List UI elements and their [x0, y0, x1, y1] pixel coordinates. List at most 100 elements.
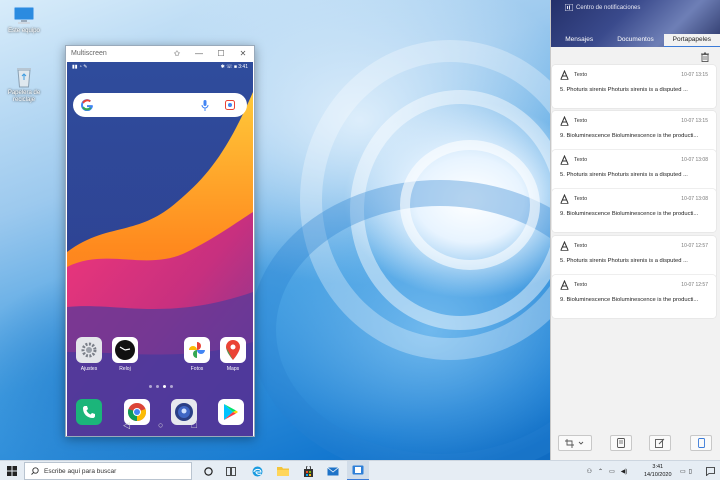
recycle-bin-icon: [11, 66, 37, 88]
clipboard-card[interactable]: Texto 10-07 13:15 5. Photuris sirenis Ph…: [552, 65, 716, 108]
mic-icon[interactable]: [201, 100, 209, 111]
clipboard-type: Texto: [574, 157, 588, 163]
multiscreen-taskbar-button[interactable]: [347, 461, 369, 480]
this-pc-icon: [11, 4, 37, 26]
recents-icon[interactable]: □: [191, 420, 196, 430]
maximize-button[interactable]: ☐: [210, 46, 232, 61]
clipboard-card[interactable]: Texto 10-07 13:08 5. Photuris sirenis Ph…: [552, 150, 716, 193]
edit-icon: [655, 438, 665, 448]
tray-extras: ▭ ▯: [672, 461, 700, 480]
text-type-icon: [560, 280, 569, 290]
app-label: Maps: [226, 366, 240, 372]
phone-statusbar: ▮▮ ◔ ✎ ✱ ☏ ■ 3:41: [67, 62, 253, 72]
page-indicator: [149, 385, 173, 388]
clipboard-text: 9. Bioluminescence Bioluminescence is th…: [560, 133, 699, 139]
taskbar-search-input[interactable]: Escribe aquí para buscar: [24, 462, 192, 480]
trash-icon[interactable]: [700, 52, 710, 62]
network-icon[interactable]: ▭: [609, 468, 615, 475]
search-icon: [31, 467, 39, 475]
home-icon[interactable]: ○: [158, 420, 163, 430]
taskbar-date: 14/10/2020: [644, 472, 672, 478]
clipboard-type: Texto: [574, 196, 588, 202]
clipboard-time: 10-07 13:08: [681, 196, 708, 202]
notification-title: Centro de notificaciones: [565, 4, 640, 11]
notification-center-icon: [565, 4, 573, 11]
edge-icon: [252, 466, 262, 476]
app-label: Ajustes: [80, 366, 98, 372]
desktop-icon-recycle-bin[interactable]: Papelera de reciclaje: [2, 66, 46, 104]
app-reloj[interactable]: Reloj: [108, 337, 142, 372]
tab-documentos[interactable]: Documentos: [607, 34, 663, 47]
volume-icon[interactable]: ◀): [621, 468, 628, 475]
text-type-icon: [560, 155, 569, 165]
mail-taskbar-button[interactable]: [322, 461, 344, 480]
clipboard-time: 10-07 13:15: [681, 118, 708, 124]
bluetooth-icon: ✱ ☏: [220, 64, 234, 70]
task-view-button[interactable]: [221, 461, 241, 480]
app-maps[interactable]: Maps: [216, 337, 250, 372]
phone-mirror-button[interactable]: [610, 435, 632, 451]
settings-icon: [76, 337, 102, 363]
minimize-button[interactable]: —: [188, 46, 210, 61]
clipboard-card[interactable]: Texto 10-07 13:15 9. Bioluminescence Bio…: [552, 111, 716, 154]
clipboard-card[interactable]: Texto 10-07 12:57 9. Bioluminescence Bio…: [552, 275, 716, 318]
clipboard-type: Texto: [574, 118, 588, 124]
multiscreen-icon: [352, 465, 364, 475]
tab-portapapeles[interactable]: Portapapeles: [663, 34, 720, 47]
screenshot-dropdown-button[interactable]: [558, 435, 592, 451]
start-button[interactable]: [2, 461, 22, 480]
clipboard-time: 10-07 13:08: [681, 157, 708, 163]
notification-tabs: Mensajes Documentos Portapapeles: [551, 34, 720, 47]
file-explorer-taskbar-button[interactable]: [272, 461, 294, 480]
desktop-icon-this-pc[interactable]: Este equipo: [2, 4, 46, 35]
crop-icon: [565, 439, 584, 448]
text-type-icon: [560, 116, 569, 126]
folder-icon: [277, 467, 289, 476]
store-taskbar-button[interactable]: [297, 461, 319, 480]
google-search-bar[interactable]: [73, 93, 247, 117]
battery-tray-icon[interactable]: ▭: [680, 468, 686, 475]
lens-icon[interactable]: [225, 100, 235, 110]
tab-mensajes[interactable]: Mensajes: [551, 34, 607, 47]
app-ajustes[interactable]: Ajustes: [72, 337, 106, 372]
task-view-icon: [226, 466, 236, 476]
phone-link-tray-icon[interactable]: ▯: [689, 468, 692, 475]
notification-header: Centro de notificaciones Mensajes Docume…: [551, 0, 720, 47]
taskbar-search-placeholder: Escribe aquí para buscar: [44, 467, 117, 475]
clipboard-card[interactable]: Texto 10-07 13:08 9. Bioluminescence Bio…: [552, 189, 716, 232]
edge-taskbar-button[interactable]: [246, 461, 268, 480]
action-center-button[interactable]: [702, 461, 718, 480]
app-fotos[interactable]: Fotos: [180, 337, 214, 372]
phone-button[interactable]: [690, 435, 712, 451]
clipboard-time: 10-07 12:57: [681, 282, 708, 288]
taskbar-clock[interactable]: 3:41 14/10/2020: [644, 463, 672, 479]
tablet-icon: [617, 438, 625, 448]
text-type-icon: [560, 241, 569, 251]
taskbar-time: 3:41: [652, 464, 664, 470]
wallpaper-swirl: [400, 140, 540, 270]
clipboard-text: 9. Bioluminescence Bioluminescence is th…: [560, 211, 699, 217]
window-titlebar[interactable]: Multiscreen ✩ — ☐ ✕: [66, 46, 254, 61]
cortana-icon: [203, 466, 213, 476]
close-button[interactable]: ✕: [232, 46, 254, 61]
clipboard-text: 9. Bioluminescence Bioluminescence is th…: [560, 297, 699, 303]
clipboard-type: Texto: [574, 72, 588, 78]
desktop-icon-label: Este equipo: [8, 28, 40, 34]
system-tray: ⚇ ⌃ ▭ ◀): [574, 461, 640, 480]
windows-logo-icon: [7, 466, 17, 476]
show-hidden-icons-icon[interactable]: ⌃: [598, 468, 603, 475]
phone-screen[interactable]: ▮▮ ◔ ✎ ✱ ☏ ■ 3:41 Ajustes Reloj Fotos Ma…: [67, 62, 253, 436]
clipboard-text: 5. Photuris sirenis Photuris sirenis is …: [560, 172, 688, 178]
signal-icon: ▮▮ ◔ ✎: [72, 64, 88, 70]
clipboard-text: 5. Photuris sirenis Photuris sirenis is …: [560, 258, 688, 264]
clipboard-card[interactable]: Texto 10-07 12:57 5. Photuris sirenis Ph…: [552, 236, 716, 279]
smartphone-icon: [697, 438, 705, 448]
photos-icon: [184, 337, 210, 363]
desktop-icon-label: Papelera de reciclaje: [7, 90, 41, 103]
people-icon[interactable]: ⚇: [587, 468, 592, 475]
clipboard-type: Texto: [574, 243, 588, 249]
back-icon[interactable]: ◁: [123, 420, 130, 431]
notes-button[interactable]: [649, 435, 671, 451]
pin-icon[interactable]: ✩: [166, 46, 188, 61]
cortana-button[interactable]: [198, 461, 218, 480]
